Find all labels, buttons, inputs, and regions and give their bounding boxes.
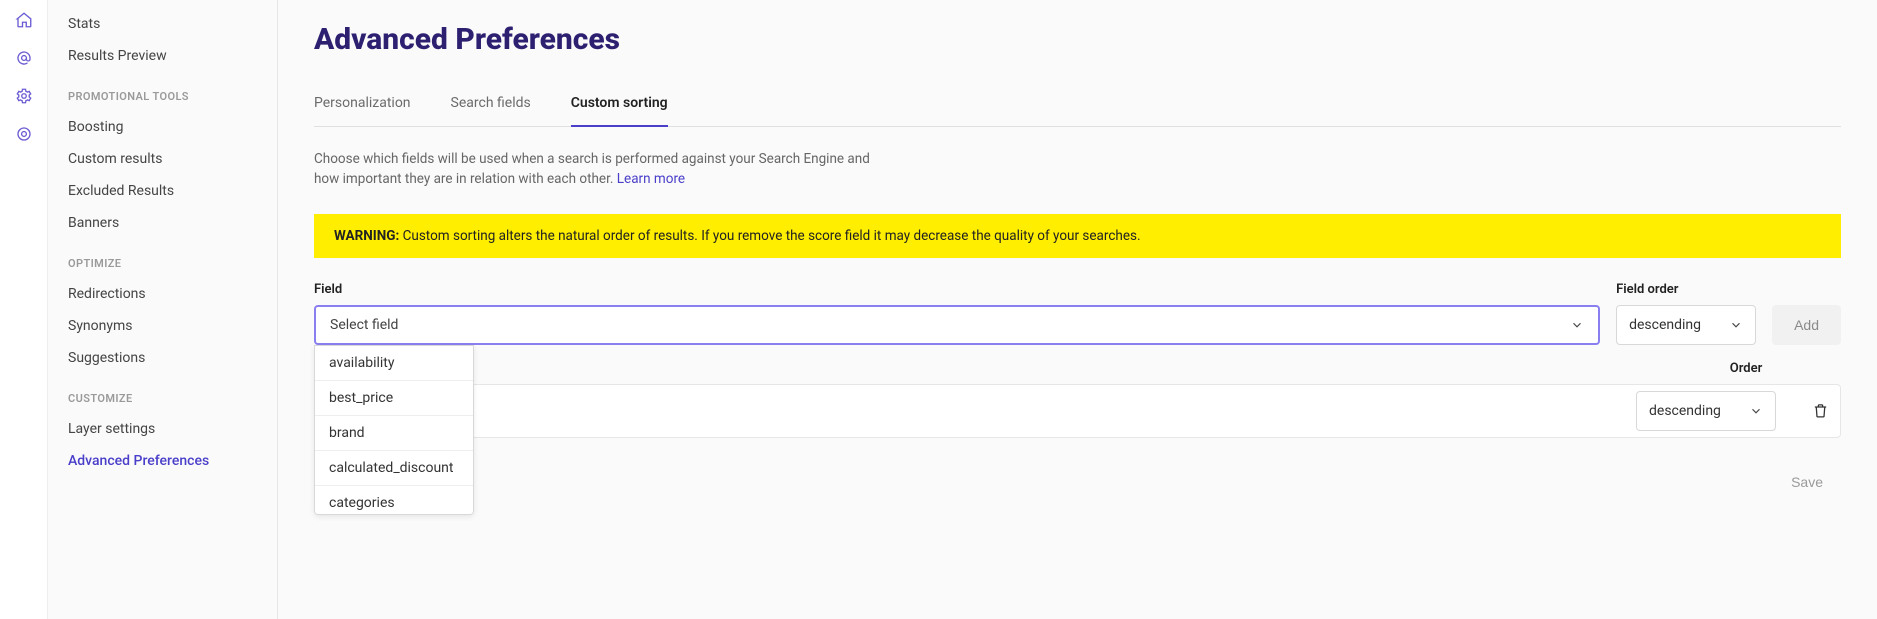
at-icon[interactable] [14,48,34,68]
tab-personalization[interactable]: Personalization [314,85,411,126]
tab-search-fields[interactable]: Search fields [451,85,531,126]
order-header: Order [1651,361,1841,376]
field-select[interactable]: Select field [314,305,1600,345]
chevron-down-icon [1729,318,1743,332]
field-option-calculated-discount[interactable]: calculated_discount [315,451,473,486]
field-option-availability[interactable]: availability [315,346,473,381]
sidebar-item-layer-settings[interactable]: Layer settings [48,413,277,445]
warning-text: Custom sorting alters the natural order … [399,228,1140,244]
delete-icon[interactable] [1810,401,1830,421]
sidebar-item-banners[interactable]: Banners [48,207,277,239]
sort-table: Order ⠿ descending [314,353,1841,438]
sidebar-item-results-preview[interactable]: Results Preview [48,40,277,72]
tab-description: Choose which fields will be used when a … [314,149,874,190]
target-icon[interactable] [14,124,34,144]
field-order-column: Field order descending [1616,282,1756,345]
field-order-label: Field order [1616,282,1756,297]
field-label: Field [314,282,1600,297]
sidebar: Stats Results Preview PROMOTIONAL TOOLS … [48,0,278,619]
chevron-down-icon [1749,404,1763,418]
field-column: Field Select field availability best_pri… [314,282,1600,345]
sidebar-item-boosting[interactable]: Boosting [48,111,277,143]
field-option-best-price[interactable]: best_price [315,381,473,416]
sidebar-item-redirections[interactable]: Redirections [48,278,277,310]
tab-description-text: Choose which fields will be used when a … [314,151,870,187]
warning-banner: WARNING: Custom sorting alters the natur… [314,214,1841,258]
sidebar-section-promotional-tools: PROMOTIONAL TOOLS [48,72,277,111]
add-button[interactable]: Add [1772,305,1841,345]
sidebar-item-custom-results[interactable]: Custom results [48,143,277,175]
field-dropdown[interactable]: availability best_price brand calculated… [314,345,474,515]
sidebar-section-customize: CUSTOMIZE [48,374,277,413]
learn-more-link[interactable]: Learn more [617,171,685,187]
sidebar-item-synonyms[interactable]: Synonyms [48,310,277,342]
field-option-brand[interactable]: brand [315,416,473,451]
table-row: ⠿ descending [314,384,1841,438]
sort-table-header: Order [314,353,1841,384]
sidebar-item-suggestions[interactable]: Suggestions [48,342,277,374]
chevron-down-icon [1570,318,1584,332]
field-order-value: descending [1629,317,1701,333]
icon-rail [0,0,48,619]
tabs: Personalization Search fields Custom sor… [314,85,1841,127]
sidebar-section-optimize: OPTIMIZE [48,239,277,278]
field-option-categories[interactable]: categories [315,486,473,515]
page-title: Advanced Preferences [314,22,1841,57]
gear-icon[interactable] [14,86,34,106]
row-order-select[interactable]: descending [1636,391,1776,431]
sidebar-item-excluded-results[interactable]: Excluded Results [48,175,277,207]
save-button[interactable]: Save [1773,466,1841,498]
field-select-placeholder: Select field [330,317,398,333]
row-order-value: descending [1649,403,1721,419]
warning-prefix: WARNING: [334,228,399,244]
tab-custom-sorting[interactable]: Custom sorting [571,85,668,127]
add-field-row: Field Select field availability best_pri… [314,282,1841,345]
field-order-select[interactable]: descending [1616,305,1756,345]
home-icon[interactable] [14,10,34,30]
sidebar-item-advanced-preferences[interactable]: Advanced Preferences [48,445,277,477]
sidebar-item-stats[interactable]: Stats [48,8,277,40]
main-content: Advanced Preferences Personalization Sea… [278,0,1877,619]
